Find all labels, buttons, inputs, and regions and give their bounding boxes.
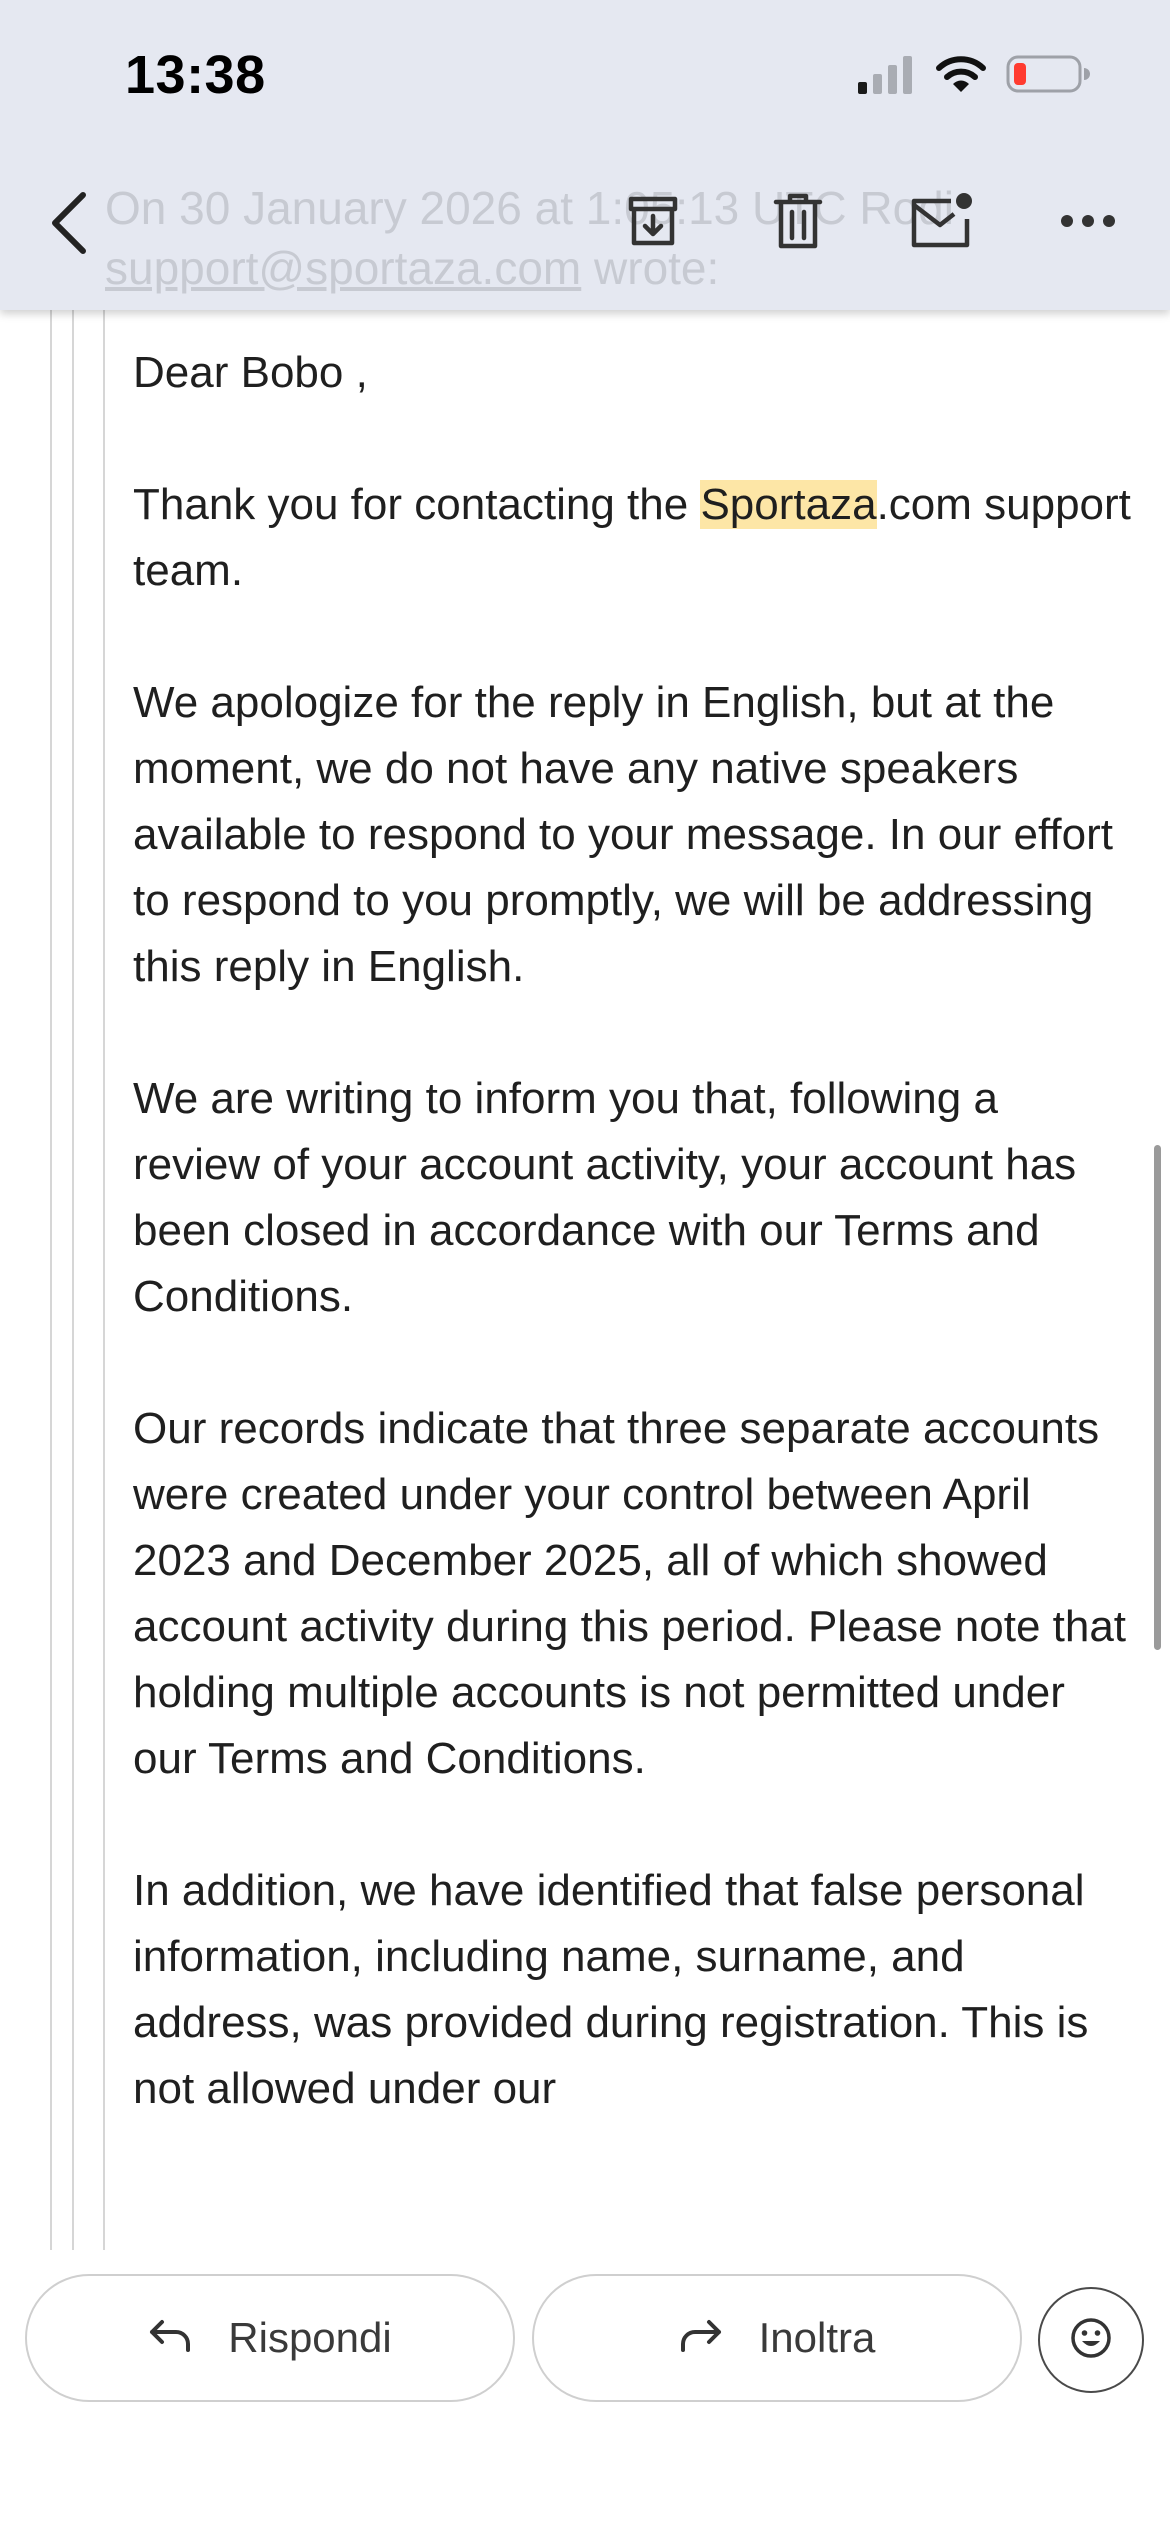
back-chevron-icon: [49, 191, 89, 260]
paragraph-false-info: In addition, we have identified that fal…: [133, 1866, 1089, 2113]
more-options-button[interactable]: [1050, 185, 1126, 261]
mark-unread-button[interactable]: [900, 185, 984, 261]
trash-icon: [772, 192, 824, 255]
emoji-reaction-icon: [1069, 2316, 1113, 2365]
status-time: 13:38: [125, 45, 266, 105]
wifi-icon: [936, 54, 986, 99]
back-button[interactable]: [34, 180, 104, 270]
paragraph-multiple-accounts: Our records indicate that three separate…: [133, 1404, 1127, 1783]
top-app-bar: 13:38 On 30 January 2026 at 1:05:13 UTC …: [0, 0, 1170, 310]
more-horizontal-icon: [1060, 214, 1116, 233]
battery-low-icon: [1006, 54, 1090, 99]
status-icons: [858, 54, 1090, 98]
paragraph-closure: We are writing to inform you that, follo…: [133, 1074, 1077, 1321]
archive-button[interactable]: [615, 185, 691, 261]
delete-button[interactable]: [760, 185, 836, 261]
quote-bar: [103, 310, 105, 2250]
quote-bar: [50, 310, 52, 2250]
reply-label: Rispondi: [228, 2314, 392, 2361]
archive-icon: [625, 193, 681, 254]
cellular-signal-icon: [858, 54, 916, 99]
paragraph-thanks: Thank you for contacting the Sportaza.co…: [133, 472, 1133, 604]
forward-button[interactable]: Inoltra: [532, 2274, 1022, 2402]
forward-label: Inoltra: [758, 2314, 876, 2361]
message-body: Dear Bobo , Thank you for contacting the…: [133, 340, 1133, 2188]
scrollbar[interactable]: [1154, 1145, 1161, 1650]
mark-unread-icon: [909, 191, 975, 256]
quote-bar: [72, 310, 74, 2250]
paragraph-apology: We apologize for the reply in English, b…: [133, 678, 1113, 991]
greeting: Dear Bobo ,: [133, 348, 368, 397]
reply-button[interactable]: Rispondi: [25, 2274, 515, 2402]
search-highlight: Sportaza: [700, 480, 877, 529]
reply-arrow-icon: [148, 2314, 192, 2362]
quoted-sender-email[interactable]: support@sportaza.com: [105, 242, 581, 294]
forward-arrow-icon: [679, 2314, 723, 2362]
text-segment: Thank you for contacting the: [133, 480, 701, 529]
emoji-reaction-button[interactable]: [1038, 2287, 1144, 2393]
